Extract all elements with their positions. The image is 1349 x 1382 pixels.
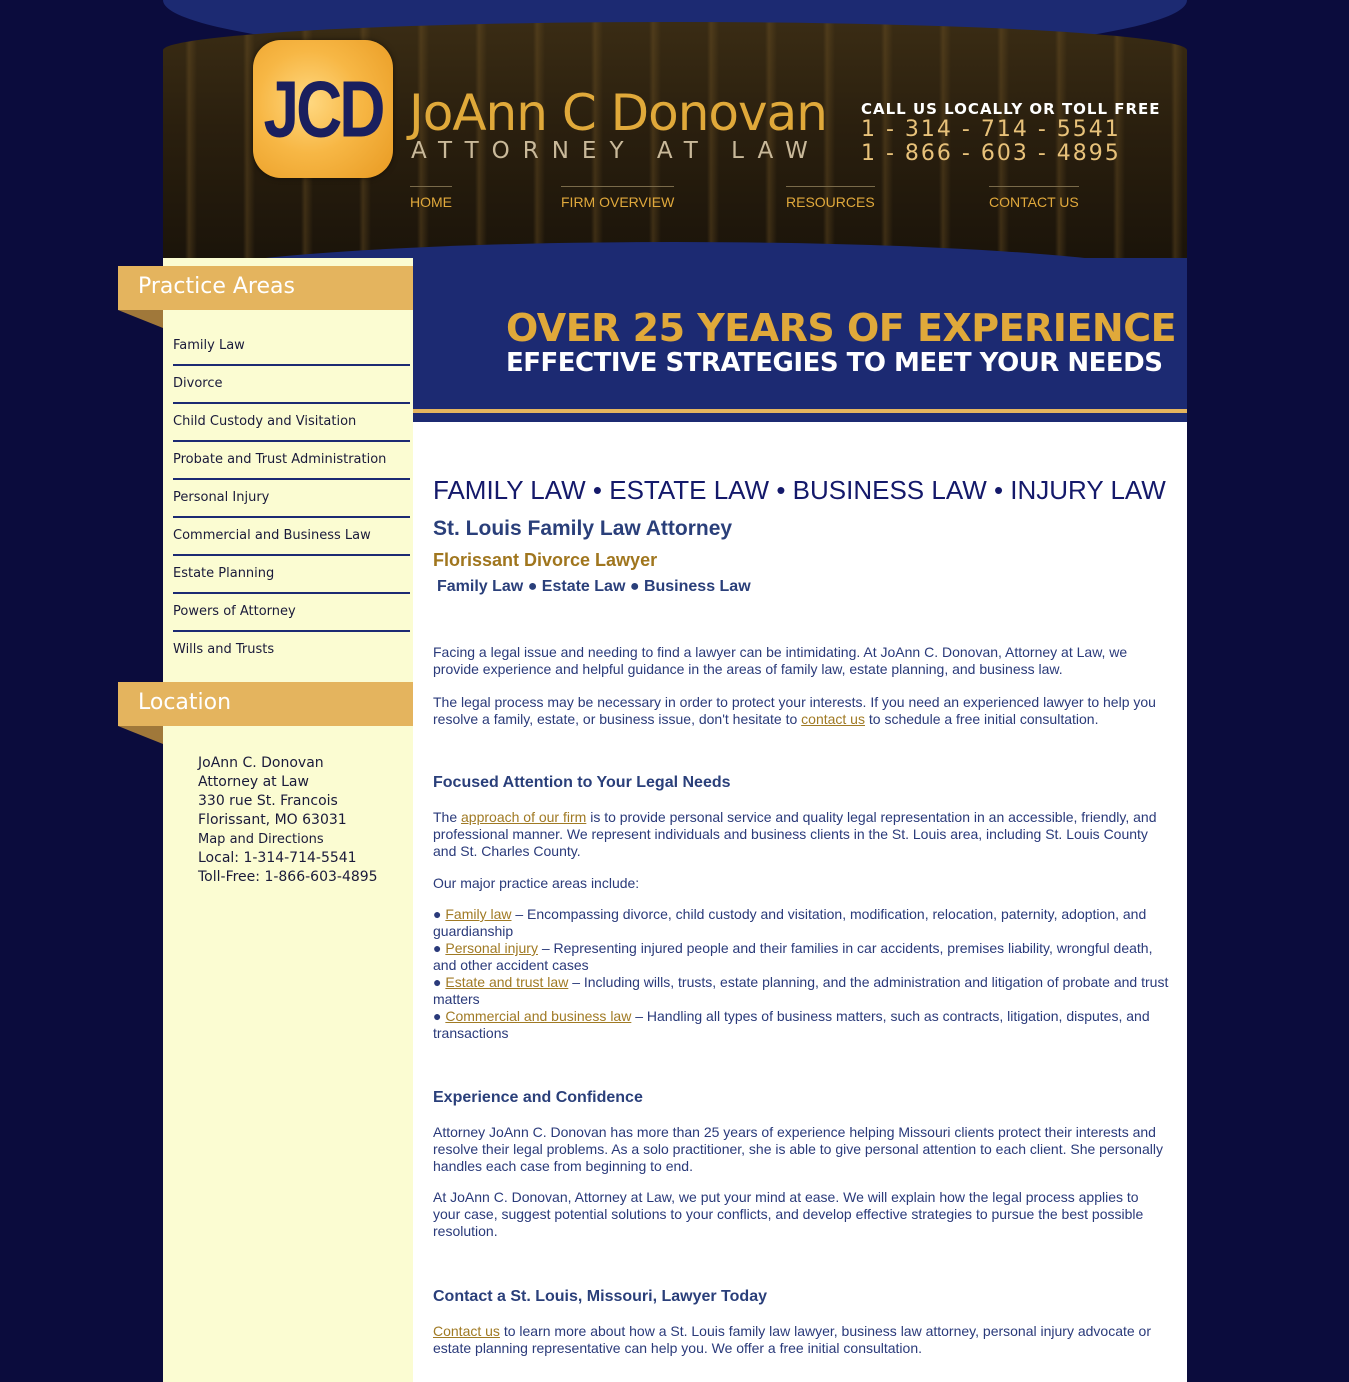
location-title: Attorney at Law: [198, 774, 309, 790]
phone-toll-free: 1 - 866 - 603 - 4895: [861, 141, 1121, 166]
list-item: ● Personal injury – Representing injured…: [433, 940, 1153, 973]
approach-link[interactable]: approach of our firm: [461, 809, 586, 825]
list-item: ● Commercial and business law – Handling…: [433, 1008, 1150, 1041]
call-label: CALL US LOCALLY OR TOLL FREE: [861, 100, 1161, 118]
firm-name: JoAnn C Donovan: [409, 84, 828, 142]
banner-headline: OVER 25 YEARS OF EXPERIENCE: [506, 306, 1177, 350]
heading-fold: [118, 310, 163, 328]
map-directions-link[interactable]: Map and Directions: [198, 832, 324, 847]
practice-link-divorce[interactable]: Divorce: [173, 366, 410, 391]
location-local-phone: Local: 1-314-714-5541: [198, 850, 357, 866]
practice-link-powers-of-attorney[interactable]: Powers of Attorney: [173, 594, 410, 619]
list-item: Commercial and Business Law: [173, 518, 410, 556]
intro-paragraph: Facing a legal issue and needing to find…: [433, 644, 1128, 677]
bullet-link-personal-injury[interactable]: Personal injury: [445, 940, 538, 956]
logo-text: JCD: [263, 64, 385, 154]
hero-banner: OVER 25 YEARS OF EXPERIENCE EFFECTIVE ST…: [413, 258, 1187, 422]
experience-heading: Experience and Confidence: [433, 1089, 643, 1106]
bullet-link-estate-trust[interactable]: Estate and trust law: [445, 974, 568, 990]
location-street: 330 rue St. Francois: [198, 793, 338, 809]
logo[interactable]: JCD: [253, 40, 393, 178]
phone-local: 1 - 314 - 714 - 5541: [861, 117, 1121, 142]
page-container: JCD JoAnn C Donovan ATTORNEY AT LAW CALL…: [118, 0, 1187, 1382]
page-title: FAMILY LAW • ESTATE LAW • BUSINESS LAW •…: [433, 475, 1166, 505]
consultation-paragraph: The legal process may be necessary in or…: [433, 694, 1156, 727]
practice-subheading: Family Law ● Estate Law ● Business Law: [437, 578, 751, 595]
practice-link-wills-trusts[interactable]: Wills and Trusts: [173, 632, 410, 657]
nav-contact-us[interactable]: CONTACT US: [989, 186, 1079, 210]
practice-intro-paragraph: Our major practice areas include:: [433, 875, 640, 891]
list-item: ● Family law – Encompassing divorce, chi…: [433, 906, 1147, 939]
heading-fold: [118, 726, 163, 744]
firm-title: ATTORNEY AT LAW: [411, 138, 821, 164]
practice-link-child-custody[interactable]: Child Custody and Visitation: [173, 404, 410, 429]
practice-link-personal-injury[interactable]: Personal Injury: [173, 480, 410, 505]
list-item: Family Law: [173, 328, 410, 366]
location-toll-free-phone: Toll-Free: 1-866-603-4895: [198, 869, 378, 885]
list-item: Estate Planning: [173, 556, 410, 594]
bullet-link-family-law[interactable]: Family law: [445, 906, 511, 922]
approach-paragraph: The approach of our firm is to provide p…: [433, 809, 1157, 859]
list-item: Powers of Attorney: [173, 594, 410, 632]
nav-resources[interactable]: RESOURCES: [786, 186, 875, 210]
contact-paragraph: Contact us to learn more about how a St.…: [433, 1323, 1152, 1356]
mind-at-ease-paragraph: At JoAnn C. Donovan, Attorney at Law, we…: [433, 1189, 1144, 1239]
focused-heading: Focused Attention to Your Legal Needs: [433, 774, 731, 791]
divorce-heading: Florissant Divorce Lawyer: [433, 550, 658, 570]
main-content: FAMILY LAW • ESTATE LAW • BUSINESS LAW •…: [413, 422, 1187, 1382]
nav-home[interactable]: HOME: [410, 186, 452, 210]
site-header: JCD JoAnn C Donovan ATTORNEY AT LAW CALL…: [163, 0, 1187, 258]
banner-subheadline: EFFECTIVE STRATEGIES TO MEET YOUR NEEDS: [506, 348, 1163, 378]
list-item: Personal Injury: [173, 480, 410, 518]
location-name: JoAnn C. Donovan: [198, 755, 324, 771]
practice-link-estate-planning[interactable]: Estate Planning: [173, 556, 410, 581]
nav-firm-overview[interactable]: FIRM OVERVIEW: [561, 186, 675, 210]
practice-link-commercial[interactable]: Commercial and Business Law: [173, 518, 410, 543]
practice-areas-list: Family Law Divorce Child Custody and Vis…: [173, 328, 410, 670]
sidebar: Practice Areas Family Law Divorce Child …: [118, 258, 413, 1382]
contact-us-link[interactable]: contact us: [801, 711, 865, 727]
list-item: Divorce: [173, 366, 410, 404]
bullet-link-commercial[interactable]: Commercial and business law: [445, 1008, 631, 1024]
practice-areas-heading: Practice Areas: [118, 266, 413, 310]
attorney-heading: St. Louis Family Law Attorney: [433, 517, 733, 540]
practice-link-family-law[interactable]: Family Law: [173, 328, 410, 353]
list-item: ● Estate and trust law – Including wills…: [433, 974, 1169, 1007]
practice-bullets: ● Family law – Encompassing divorce, chi…: [433, 906, 1169, 1042]
list-item: Probate and Trust Administration: [173, 442, 410, 480]
practice-link-probate[interactable]: Probate and Trust Administration: [173, 442, 410, 467]
contact-heading: Contact a St. Louis, Missouri, Lawyer To…: [433, 1288, 767, 1305]
list-item: Child Custody and Visitation: [173, 404, 410, 442]
list-item: Wills and Trusts: [173, 632, 410, 670]
experience-paragraph: Attorney JoAnn C. Donovan has more than …: [433, 1124, 1163, 1174]
contact-us-link-bottom[interactable]: Contact us: [433, 1323, 500, 1339]
location-city: Florissant, MO 63031: [198, 812, 347, 828]
location-address: JoAnn C. Donovan Attorney at Law 330 rue…: [198, 754, 378, 887]
location-heading: Location: [118, 682, 413, 726]
